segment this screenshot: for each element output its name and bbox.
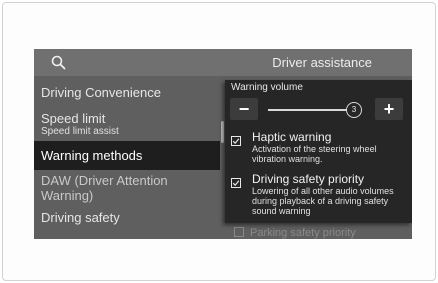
settings-screen: Driver assistance Driving Convenience Sp… <box>34 49 412 239</box>
volume-increase-button[interactable]: + <box>375 98 403 120</box>
header-bar: Driver assistance <box>34 49 412 76</box>
warning-methods-popup: Warning volume − 3 + Haptic warning Acti… <box>225 80 412 223</box>
volume-decrease-button[interactable]: − <box>230 98 258 120</box>
volume-slider-track[interactable] <box>268 109 358 111</box>
volume-slider-knob[interactable]: 3 <box>346 102 362 118</box>
menu-item-label: Speed limit <box>41 111 106 126</box>
page-title: Driver assistance <box>272 55 372 70</box>
menu-item-driving-convenience[interactable]: Driving Convenience <box>34 85 220 100</box>
search-icon[interactable] <box>50 54 68 72</box>
menu-item-label: Driving safety <box>41 210 120 225</box>
checkbox-icon <box>234 227 244 237</box>
option-parking-safety-priority[interactable]: Parking safety priority <box>234 227 356 239</box>
menu-item-label: Driving Convenience <box>41 85 161 100</box>
checkbox-checked-icon[interactable] <box>231 175 241 188</box>
menu-item-label: DAW (Driver Attention Warning) <box>41 173 168 203</box>
menu-item-label: Warning methods <box>41 148 143 163</box>
plus-icon: + <box>383 98 395 119</box>
option-description: Activation of the steering wheel vibrati… <box>252 144 377 164</box>
option-title: Driving safety priority <box>252 172 365 186</box>
settings-menu: Driving Convenience Speed limit Speed li… <box>34 76 220 239</box>
menu-item-daw[interactable]: DAW (Driver Attention Warning) <box>34 173 220 203</box>
option-description: Lowering of all other audio volumes duri… <box>252 186 394 216</box>
checkbox-checked-icon[interactable] <box>231 133 241 146</box>
menu-scrollbar[interactable] <box>221 121 224 143</box>
menu-item-speed-limit[interactable]: Speed limit Speed limit assist <box>34 111 220 138</box>
warning-volume-label: Warning volume <box>231 82 303 93</box>
option-title: Haptic warning <box>252 130 332 144</box>
option-title: Parking safety priority <box>250 227 356 239</box>
menu-item-driving-safety[interactable]: Driving safety <box>34 210 220 225</box>
minus-icon: − <box>238 98 250 119</box>
menu-item-warning-methods[interactable]: Warning methods <box>34 141 220 170</box>
menu-item-sublabel: Speed limit assist <box>41 126 119 137</box>
